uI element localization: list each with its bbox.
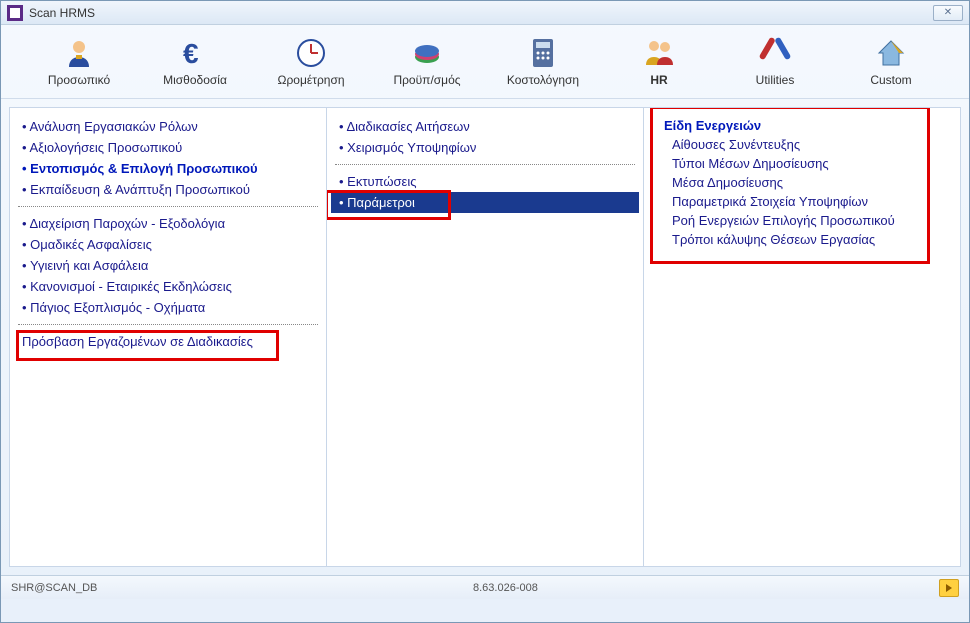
sub-item-media-types[interactable]: Τύποι Μέσων Δημοσίευσης bbox=[656, 154, 948, 173]
menu-item-prints[interactable]: Εκτυπώσεις bbox=[331, 171, 639, 192]
home-icon bbox=[875, 37, 907, 69]
separator bbox=[18, 206, 318, 207]
menu-item-requests[interactable]: Διαδικασίες Αιτήσεων bbox=[331, 116, 639, 137]
app-window: Scan HRMS ✕ Προσωπικό € Μισθοδοσία Ωρομέ… bbox=[0, 0, 970, 623]
status-db: SHR@SCAN_DB bbox=[11, 582, 473, 594]
separator bbox=[18, 324, 318, 325]
sub-item-flow[interactable]: Ροή Ενεργειών Επιλογής Προσωπικού bbox=[656, 211, 948, 230]
middle-panel: Διαδικασίες Αιτήσεων Χειρισμός Υποψηφίων… bbox=[326, 107, 644, 567]
statusbar: SHR@SCAN_DB 8.63.026-008 bbox=[1, 575, 969, 599]
menu-item-recruitment[interactable]: Εντοπισμός & Επιλογή Προσωπικού bbox=[14, 158, 322, 179]
left-menu-g3: Πρόσβαση Εργαζομένων σε Διαδικασίες bbox=[14, 331, 322, 352]
sub-item-candidate-params[interactable]: Παραμετρικά Στοιχεία Υποψηφίων bbox=[656, 192, 948, 211]
menu-item-insurance[interactable]: Ομαδικές Ασφαλίσεις bbox=[14, 234, 322, 255]
menu-item-roles[interactable]: Ανάλυση Εργασιακών Ρόλων bbox=[14, 116, 322, 137]
people-icon bbox=[643, 37, 675, 69]
titlebar: Scan HRMS ✕ bbox=[1, 1, 969, 25]
menu-item-training[interactable]: Εκπαίδευση & Ανάπτυξη Προσωπικού bbox=[14, 179, 322, 200]
menu-item-evaluations[interactable]: Αξιολογήσεις Προσωπικού bbox=[14, 137, 322, 158]
budget-icon bbox=[411, 37, 443, 69]
arrow-right-icon bbox=[944, 583, 954, 593]
sub-item-positions[interactable]: Τρόποι κάλυψης Θέσεων Εργασίας bbox=[656, 230, 948, 249]
content-area: Ανάλυση Εργασιακών Ρόλων Αξιολογήσεις Πρ… bbox=[1, 99, 969, 575]
status-version: 8.63.026-008 bbox=[473, 582, 935, 594]
svg-text:€: € bbox=[183, 38, 199, 69]
menu-item-parameters[interactable]: Παράμετροι bbox=[331, 192, 639, 213]
right-header[interactable]: Είδη Ενεργειών bbox=[656, 116, 948, 135]
main-toolbar: Προσωπικό € Μισθοδοσία Ωρομέτρηση Προϋπ/… bbox=[1, 25, 969, 99]
person-icon bbox=[63, 37, 95, 69]
menu-item-candidates[interactable]: Χειρισμός Υποψηφίων bbox=[331, 137, 639, 158]
sub-item-rooms[interactable]: Αίθουσες Συνέντευξης bbox=[656, 135, 948, 154]
menu-item-regulations[interactable]: Κανονισμοί - Εταιρικές Εκδηλώσεις bbox=[14, 276, 322, 297]
toolbar-item-personnel[interactable]: Προσωπικό bbox=[21, 33, 137, 91]
right-panel: Είδη Ενεργειών Αίθουσες Συνέντευξης Τύπο… bbox=[643, 107, 961, 567]
close-button[interactable]: ✕ bbox=[933, 5, 963, 21]
clock-icon bbox=[295, 37, 327, 69]
separator bbox=[335, 164, 635, 165]
left-menu: Ανάλυση Εργασιακών Ρόλων Αξιολογήσεις Πρ… bbox=[14, 116, 322, 200]
toolbar-item-hr[interactable]: HR bbox=[601, 33, 717, 91]
left-menu-g2: Διαχείριση Παροχών - Εξοδολόγια Ομαδικές… bbox=[14, 213, 322, 318]
menu-item-safety[interactable]: Υγιεινή και Ασφάλεια bbox=[14, 255, 322, 276]
middle-menu-g2: Εκτυπώσεις Παράμετροι bbox=[331, 171, 639, 213]
menu-item-benefits[interactable]: Διαχείριση Παροχών - Εξοδολόγια bbox=[14, 213, 322, 234]
middle-menu: Διαδικασίες Αιτήσεων Χειρισμός Υποψηφίων bbox=[331, 116, 639, 158]
close-icon: ✕ bbox=[944, 7, 952, 18]
toolbar-item-utilities[interactable]: Utilities bbox=[717, 33, 833, 91]
window-title: Scan HRMS bbox=[29, 6, 933, 20]
next-button[interactable] bbox=[939, 579, 959, 597]
euro-icon: € bbox=[179, 37, 211, 69]
calculator-icon bbox=[527, 37, 559, 69]
toolbar-item-budget[interactable]: Προϋπ/σμός bbox=[369, 33, 485, 91]
menu-item-equipment[interactable]: Πάγιος Εξοπλισμός - Οχήματα bbox=[14, 297, 322, 318]
tools-icon bbox=[759, 37, 791, 69]
left-panel: Ανάλυση Εργασιακών Ρόλων Αξιολογήσεις Πρ… bbox=[9, 107, 327, 567]
menu-item-access[interactable]: Πρόσβαση Εργαζομένων σε Διαδικασίες bbox=[14, 331, 322, 352]
toolbar-item-time[interactable]: Ωρομέτρηση bbox=[253, 33, 369, 91]
app-icon bbox=[7, 5, 23, 21]
toolbar-item-custom[interactable]: Custom bbox=[833, 33, 949, 91]
toolbar-item-costing[interactable]: Κοστολόγηση bbox=[485, 33, 601, 91]
toolbar-item-payroll[interactable]: € Μισθοδοσία bbox=[137, 33, 253, 91]
sub-item-media[interactable]: Μέσα Δημοσίευσης bbox=[656, 173, 948, 192]
